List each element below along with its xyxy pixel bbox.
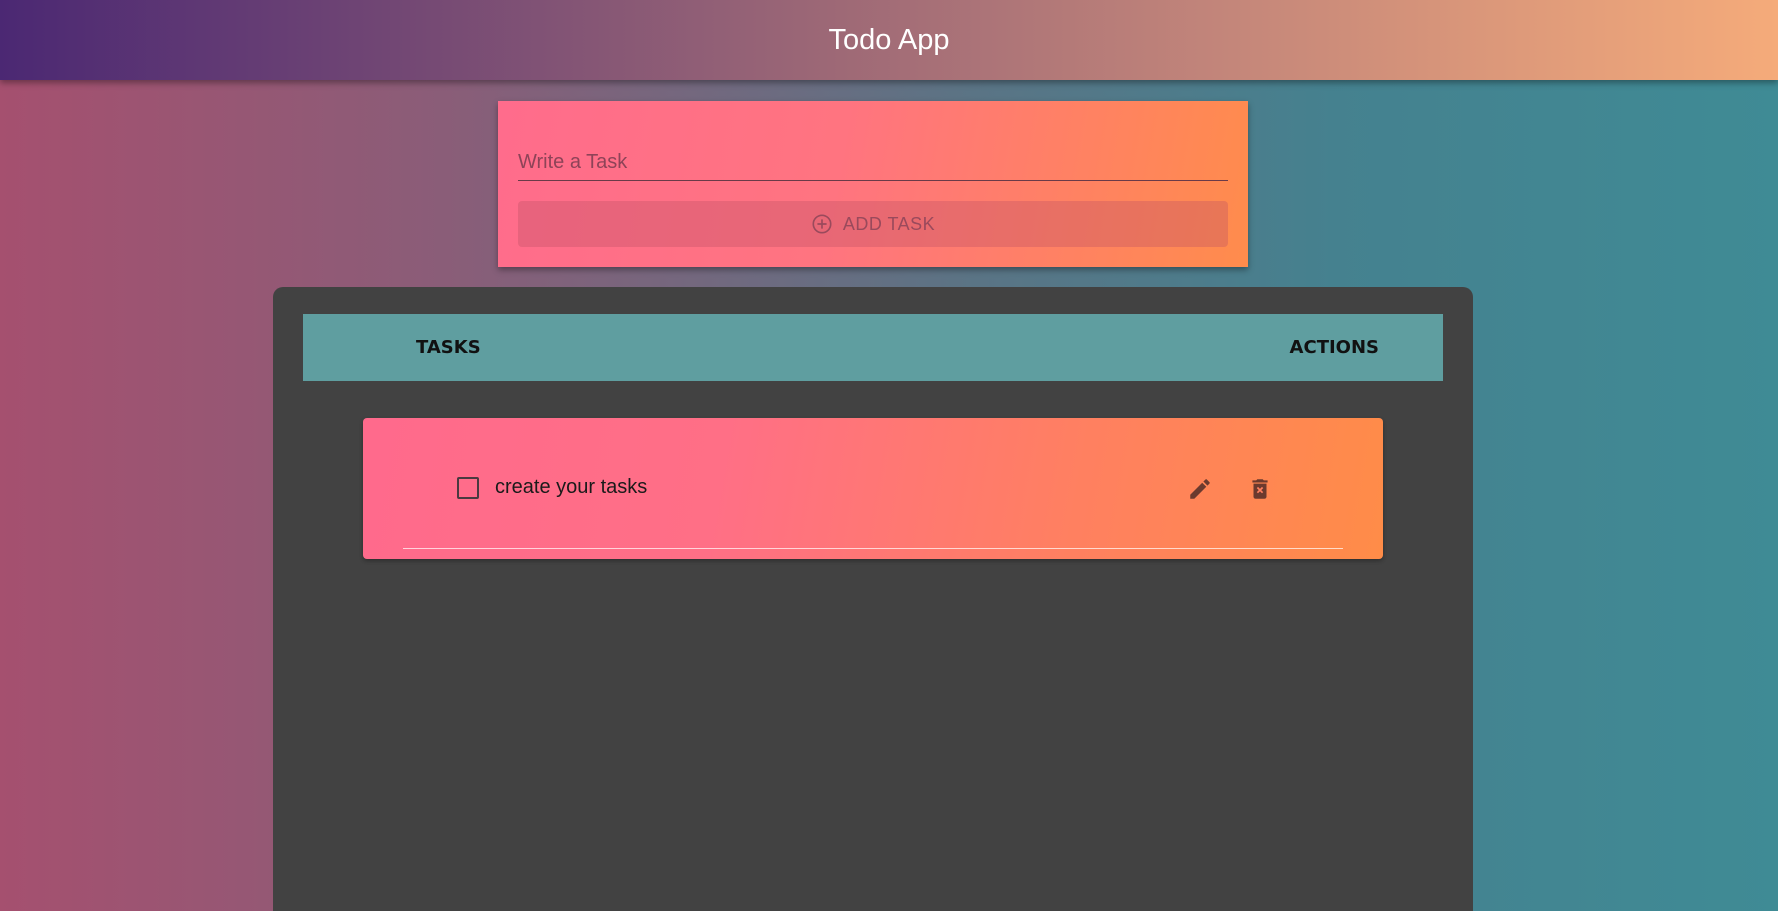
task-input[interactable] bbox=[518, 145, 1228, 181]
edit-task-button[interactable] bbox=[1185, 474, 1215, 504]
add-task-form: ADD TASK bbox=[498, 101, 1248, 267]
task-item: create your tasks bbox=[363, 418, 1383, 559]
task-divider bbox=[403, 548, 1343, 549]
tasks-panel: TASKS ACTIONS create your tasks bbox=[273, 287, 1473, 911]
trash-x-icon bbox=[1252, 479, 1268, 499]
app-title: Todo App bbox=[828, 23, 950, 56]
add-circle-icon bbox=[811, 213, 833, 235]
add-task-button[interactable]: ADD TASK bbox=[518, 201, 1228, 247]
task-text: create your tasks bbox=[495, 476, 648, 498]
add-task-label: ADD TASK bbox=[842, 213, 936, 234]
tasks-column-header: TASKS bbox=[416, 337, 481, 358]
task-checkbox[interactable] bbox=[457, 477, 479, 499]
pencil-icon bbox=[1190, 479, 1210, 499]
app-bar: Todo App bbox=[0, 0, 1778, 80]
delete-task-button[interactable] bbox=[1245, 474, 1275, 504]
table-header: TASKS ACTIONS bbox=[303, 314, 1443, 381]
actions-column-header: ACTIONS bbox=[1289, 337, 1379, 358]
